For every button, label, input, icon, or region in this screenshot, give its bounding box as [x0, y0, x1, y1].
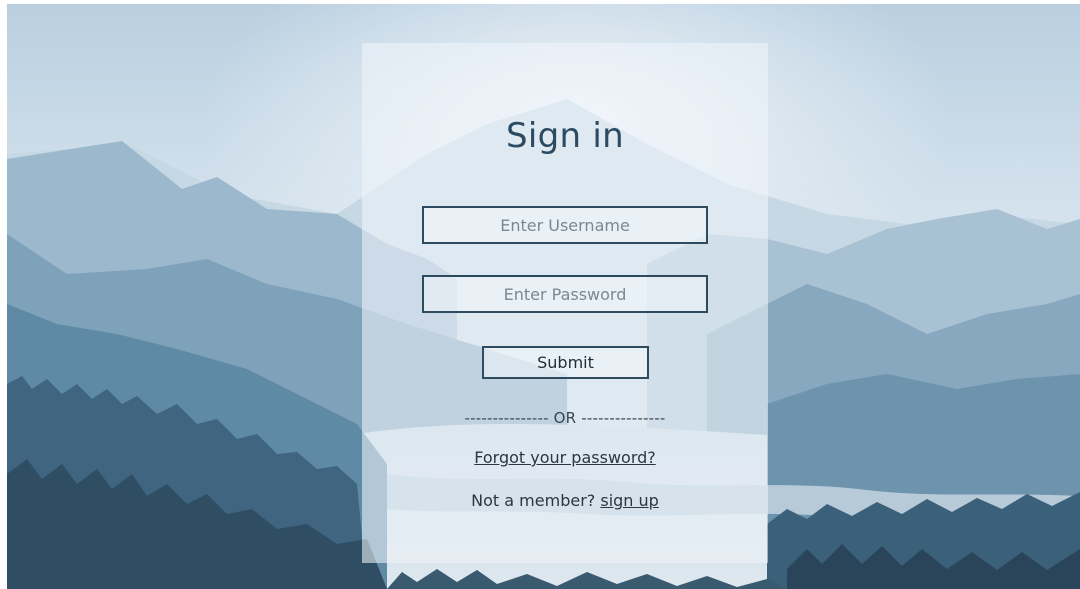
sign-in-card: Sign in Submit --------------- OR ------… — [362, 43, 768, 563]
signup-link[interactable]: sign up — [600, 491, 658, 510]
page-frame: Sign in Submit --------------- OR ------… — [7, 4, 1080, 589]
page-title: Sign in — [505, 116, 625, 156]
password-input[interactable] — [422, 275, 708, 313]
forgot-password-link[interactable]: Forgot your password? — [474, 448, 656, 467]
or-divider: --------------- OR --------------- — [464, 409, 666, 427]
username-input[interactable] — [422, 206, 708, 244]
forgot-password-row: Forgot your password? — [362, 448, 768, 467]
signup-row: Not a member? sign up — [362, 491, 768, 510]
submit-button[interactable]: Submit — [482, 346, 649, 379]
signup-prompt: Not a member? — [471, 491, 601, 510]
